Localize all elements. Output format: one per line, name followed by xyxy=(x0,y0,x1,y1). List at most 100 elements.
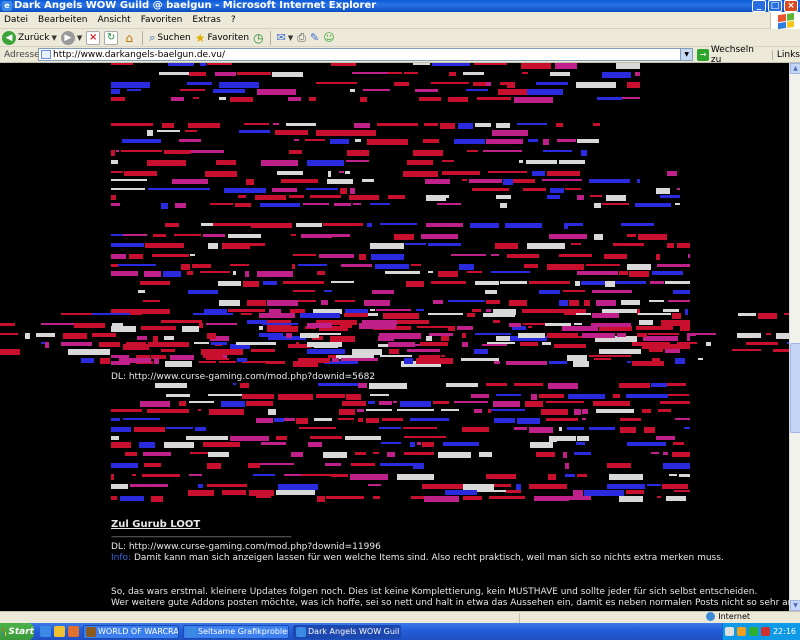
taskbar: Start WORLD OF WARCRAFT Seltsame Grafikp… xyxy=(0,623,800,640)
edit-icon[interactable]: ✎ xyxy=(310,31,319,44)
vertical-scrollbar[interactable]: ▲ ▼ xyxy=(789,63,800,611)
forward-button[interactable]: ▶ ▼ xyxy=(60,30,82,46)
history-icon[interactable]: ◷ xyxy=(253,31,263,45)
task-dark-angels[interactable]: Dark Angels WOW Guil... xyxy=(293,624,401,639)
glitch-fragment xyxy=(142,474,180,477)
close-button[interactable]: × xyxy=(784,0,798,12)
glitch-fragment xyxy=(111,123,153,126)
glitch-fragment xyxy=(148,342,189,347)
glitch-fragment xyxy=(340,188,347,194)
glitch-fragment xyxy=(119,358,151,363)
glitch-fragment xyxy=(377,123,418,126)
glitch-fragment xyxy=(621,300,640,305)
start-button[interactable]: Start xyxy=(0,623,34,640)
search-button[interactable]: ⌕ Suchen xyxy=(149,30,190,46)
glitch-fragment xyxy=(549,234,587,239)
glitch-fragment xyxy=(696,333,716,335)
glitch-fragment xyxy=(112,323,123,326)
mail-button[interactable]: ✉ ▼ xyxy=(277,30,294,46)
scroll-thumb[interactable] xyxy=(790,343,800,433)
favorites-button[interactable]: ★ Favoriten xyxy=(195,30,249,46)
links-button[interactable]: Links xyxy=(771,49,800,60)
glitch-fragment xyxy=(111,409,142,412)
print-icon[interactable]: ⎙ xyxy=(297,31,306,45)
back-dropdown-icon[interactable]: ▼ xyxy=(51,34,56,42)
glitch-fragment xyxy=(363,89,390,91)
go-button[interactable]: → Wechseln zu xyxy=(697,45,766,65)
messenger-icon[interactable]: ☺ xyxy=(323,31,334,44)
glitch-fragment xyxy=(181,264,190,270)
menu-favorites[interactable]: Favoriten xyxy=(141,15,183,25)
glitch-fragment xyxy=(559,300,568,306)
glitch-fragment xyxy=(111,418,120,421)
folder-quicklaunch-icon[interactable] xyxy=(54,626,65,637)
info-text: Damit kann man sich anzeigen lassen für … xyxy=(133,553,724,563)
glitch-fragment xyxy=(421,234,458,239)
glitch-fragment xyxy=(233,383,236,385)
maximize-button[interactable]: □ xyxy=(768,0,782,12)
glitch-fragment xyxy=(259,326,263,330)
menu-help[interactable]: ? xyxy=(231,15,236,25)
glitch-fragment xyxy=(404,358,413,364)
address-dropdown-icon[interactable]: ▼ xyxy=(680,49,693,60)
glitch-fragment xyxy=(209,409,244,415)
ie-quicklaunch-icon[interactable] xyxy=(40,626,51,637)
status-text-pane xyxy=(0,612,520,623)
glitch-fragment xyxy=(635,203,671,207)
glitch-fragment xyxy=(407,349,440,352)
glitch-fragment xyxy=(68,349,110,355)
glitch-fragment xyxy=(663,452,668,455)
menu-file[interactable]: Datei xyxy=(4,15,28,25)
glitch-fragment xyxy=(122,139,161,143)
glitch-fragment xyxy=(81,358,94,363)
download-link-2[interactable]: DL: http://www.curse-gaming.com/mod.php?… xyxy=(111,542,381,552)
mail-dropdown-icon[interactable]: ▼ xyxy=(288,34,293,42)
glitch-fragment xyxy=(300,333,319,338)
glitch-fragment xyxy=(188,123,220,128)
glitch-fragment xyxy=(350,188,355,194)
media-quicklaunch-icon[interactable] xyxy=(68,626,79,637)
glitch-fragment xyxy=(688,254,690,258)
glitch-fragment xyxy=(382,418,403,421)
scroll-up-icon[interactable]: ▲ xyxy=(790,63,800,74)
glitch-fragment xyxy=(536,82,568,85)
task-world-of-warcraft[interactable]: WORLD OF WARCRAFT xyxy=(83,624,179,639)
security-icon[interactable] xyxy=(736,627,746,636)
menu-edit[interactable]: Bearbeiten xyxy=(38,15,87,25)
refresh-icon[interactable]: ↻ xyxy=(104,30,119,45)
stop-icon[interactable]: × xyxy=(86,30,101,45)
glitch-fragment xyxy=(604,254,627,259)
glitch-fragment xyxy=(642,409,651,413)
glitch-fragment xyxy=(542,179,582,181)
glitch-fragment xyxy=(496,394,521,396)
glitch-fragment xyxy=(246,401,273,406)
glitch-fragment xyxy=(230,97,253,102)
antivirus-icon[interactable] xyxy=(760,627,770,636)
download-link-1[interactable]: DL: http://www.curse-gaming.com/mod.php?… xyxy=(111,372,375,382)
scroll-down-icon[interactable]: ▼ xyxy=(790,600,800,611)
address-input[interactable]: http://www.darkangels-baelgun.de.vu/ ▼ xyxy=(38,48,694,61)
glitch-fragment xyxy=(565,188,581,190)
glitch-fragment xyxy=(111,326,136,332)
glitch-fragment xyxy=(528,326,532,328)
menu-tools[interactable]: Extras xyxy=(192,15,220,25)
glitch-fragment xyxy=(121,150,162,152)
glitch-fragment xyxy=(100,358,110,364)
glitch-fragment xyxy=(180,89,205,91)
network-icon[interactable] xyxy=(724,627,734,636)
minimize-button[interactable]: _ xyxy=(752,0,766,12)
glitch-fragment xyxy=(475,333,511,335)
glitch-fragment xyxy=(589,355,631,357)
messenger-tray-icon[interactable] xyxy=(748,627,758,636)
home-icon[interactable]: ⌂ xyxy=(122,31,136,45)
task-forum[interactable]: Seltsame Grafikprobleme... xyxy=(183,624,289,639)
back-button[interactable]: ◀ Zurück ▼ xyxy=(2,30,57,46)
menu-view[interactable]: Ansicht xyxy=(97,15,130,25)
glitch-fragment xyxy=(467,313,475,317)
glitch-fragment xyxy=(330,139,349,144)
glitch-fragment xyxy=(660,195,680,198)
glitch-fragment xyxy=(303,203,329,205)
forward-dropdown-icon[interactable]: ▼ xyxy=(77,34,82,42)
glitch-fragment xyxy=(211,342,227,345)
glitch-fragment xyxy=(307,323,332,328)
